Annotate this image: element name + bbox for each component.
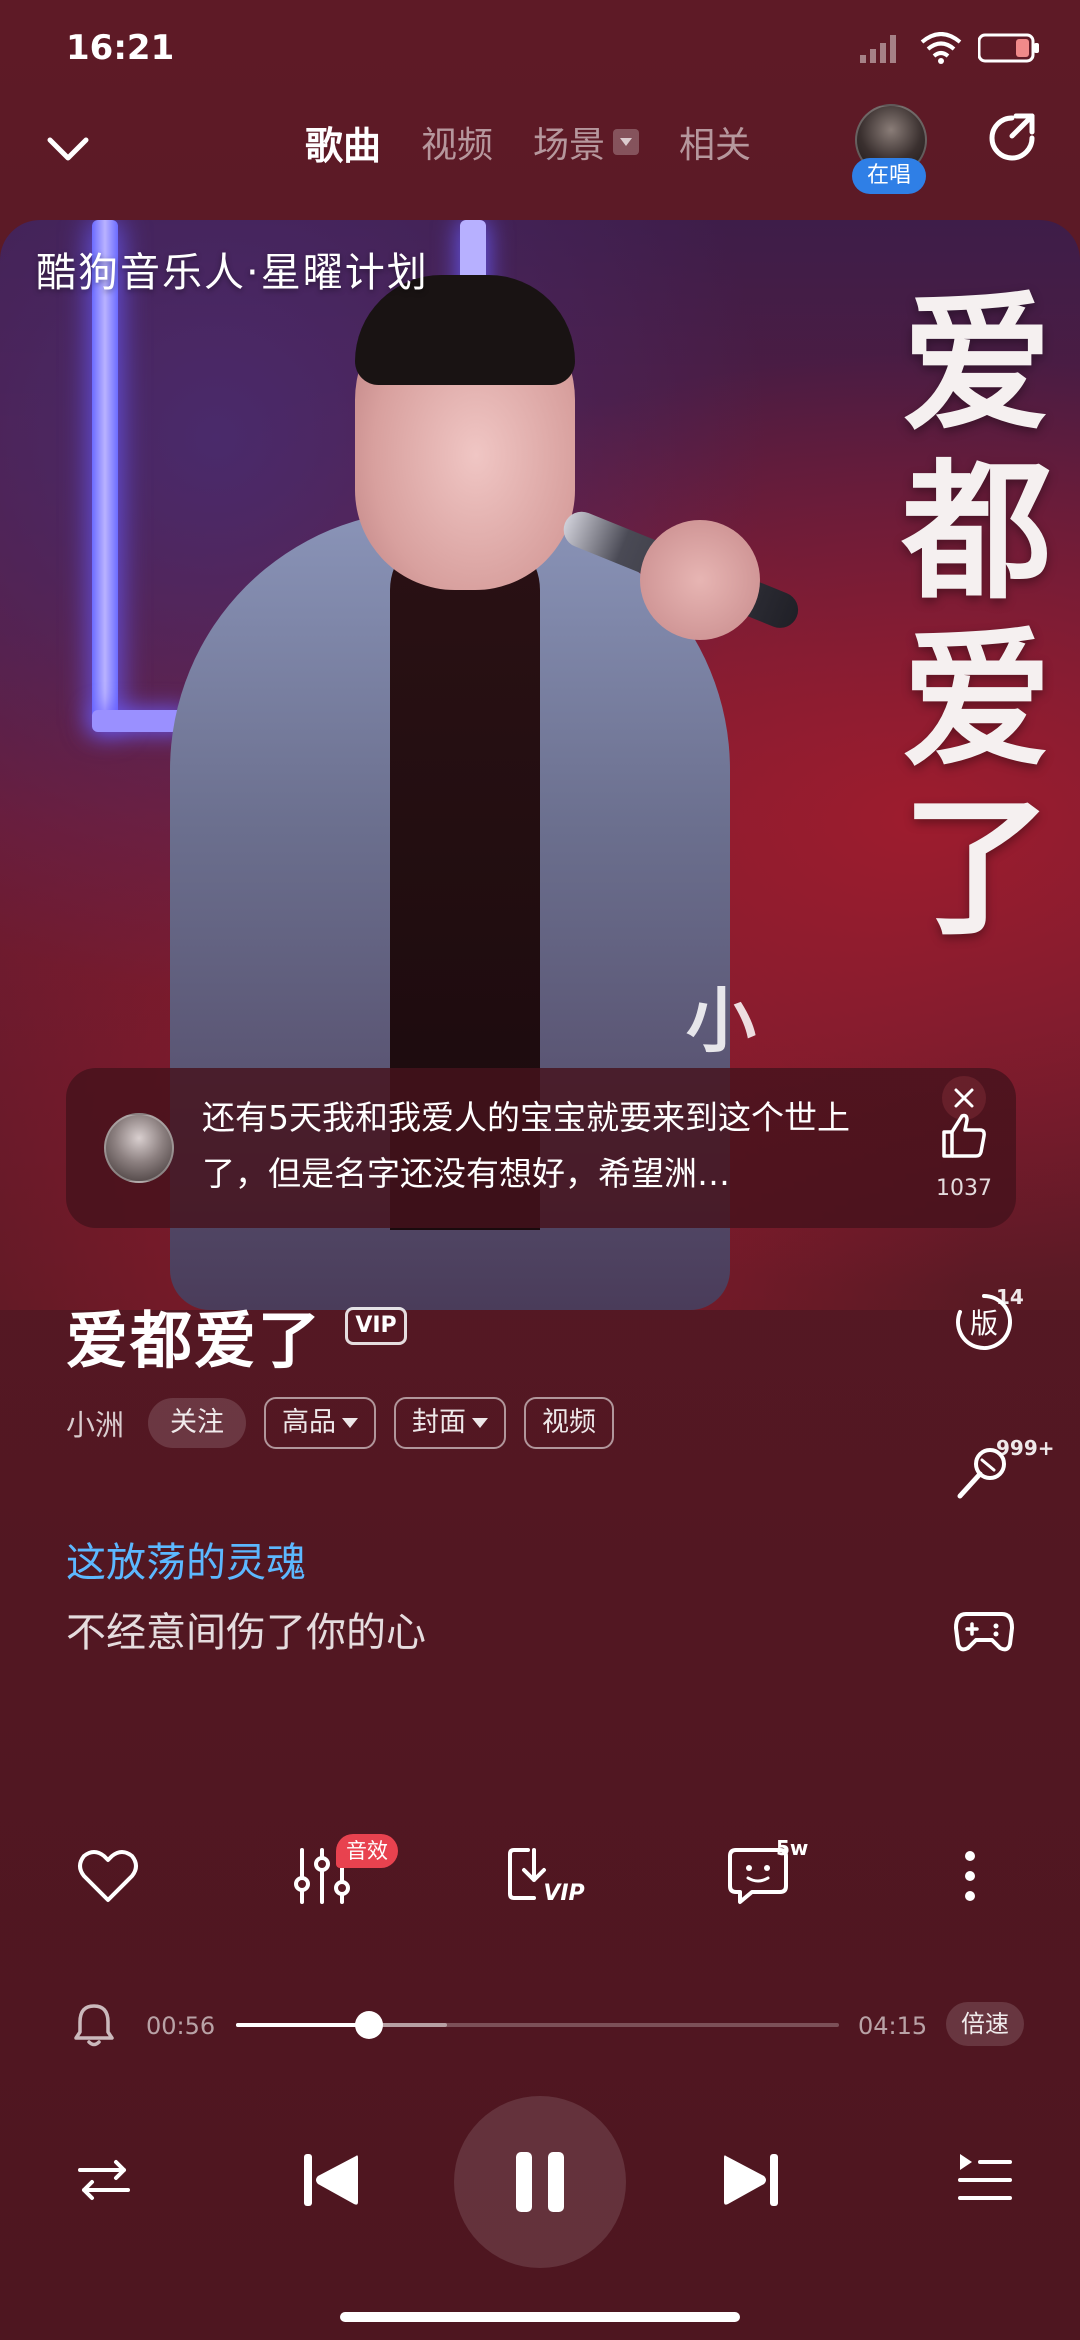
pause-icon [516, 2152, 564, 2212]
tab-song[interactable]: 歌曲 [305, 112, 381, 172]
cover-label: 封面 [412, 1407, 467, 1438]
cover-selector[interactable]: 封面 [394, 1397, 507, 1449]
status-icons [860, 28, 1040, 68]
play-pause-button[interactable] [454, 2096, 626, 2268]
more-options-icon[interactable] [934, 1840, 1006, 1912]
song-title: 爱都爱了 [66, 1304, 323, 1377]
tab-video[interactable]: 视频 [421, 112, 493, 172]
download-vip-label: VIP [543, 1881, 584, 1906]
download-vip-icon[interactable]: VIP [504, 1840, 596, 1912]
playlist-icon[interactable] [952, 2146, 1016, 2210]
singing-badge: 在唱 [852, 158, 926, 194]
comment-text: 还有5天我和我爱人的宝宝就要来到这个世上了，但是名字还没有想好，希望洲… [202, 1098, 850, 1193]
sing-count: 999+ [996, 1436, 1055, 1460]
cover-title-art: 爱都爱了 [901, 276, 1052, 956]
previous-track-icon[interactable] [294, 2144, 366, 2216]
total-time: 04:15 [858, 2012, 928, 2040]
current-time: 00:56 [146, 2012, 216, 2040]
lyric-next-line[interactable]: 不经意间伤了你的心 [66, 1600, 426, 1658]
next-track-icon[interactable] [716, 2144, 788, 2216]
cover-artist-art: 小 [686, 980, 756, 1062]
comment-count: 5w [776, 1836, 809, 1860]
artist-name[interactable]: 小洲 [66, 1402, 124, 1444]
seek-progress [236, 2023, 369, 2027]
top-nav: 歌曲 视频 场景 相关 在唱 [0, 100, 1080, 210]
sound-effect-badge: 音效 [336, 1834, 398, 1868]
commenter-avatar[interactable] [104, 1113, 174, 1183]
collapse-chevron-icon[interactable] [40, 120, 96, 176]
tab-related[interactable]: 相关 [679, 112, 751, 172]
signal-icon [860, 35, 896, 63]
home-indicator [340, 2312, 740, 2322]
comment-like-count: 1037 [936, 1176, 992, 1201]
bell-icon[interactable] [72, 2000, 116, 2048]
song-meta-row: 小洲 关注 高品 封面 视频 [66, 1395, 615, 1451]
speed-button[interactable]: 倍速 [946, 2002, 1024, 2046]
game-controller-icon[interactable] [952, 1598, 1016, 1662]
quality-label: 高品 [282, 1407, 337, 1438]
status-bar: 16:21 [0, 0, 1080, 100]
tab-scene-label: 场景 [533, 125, 606, 166]
version-count: 14 [996, 1285, 1024, 1309]
player-screen: 16:21 歌曲 视频 场景 相关 在唱 酷狗音乐人·星曜计划 爱都爱了 小 还… [0, 0, 1080, 2340]
dropdown-caret-icon [613, 129, 640, 155]
wifi-icon [920, 32, 962, 64]
tab-video-label: 视频 [421, 125, 494, 166]
status-time: 16:21 [66, 28, 175, 68]
seek-bar[interactable] [236, 2011, 839, 2039]
follow-button[interactable]: 关注 [148, 1398, 247, 1448]
tab-song-label: 歌曲 [305, 123, 382, 168]
caret-down-icon [472, 1418, 489, 1428]
nav-tabs: 歌曲 视频 场景 相关 [305, 112, 751, 172]
thumbs-up-icon[interactable] [936, 1108, 992, 1164]
tab-scene[interactable]: 场景 [533, 112, 640, 172]
progress-row: 00:56 04:15 [0, 2000, 1080, 2060]
share-icon[interactable] [986, 112, 1038, 164]
video-button[interactable]: 视频 [524, 1397, 615, 1449]
video-label: 视频 [542, 1407, 597, 1438]
cover-brand-text: 酷狗音乐人·星曜计划 [36, 250, 429, 296]
shuffle-mode-icon[interactable] [72, 2148, 136, 2212]
singer-hand [640, 520, 760, 640]
hot-comment-card[interactable]: 还有5天我和我爱人的宝宝就要来到这个世上了，但是名字还没有想好，希望洲… 103… [66, 1068, 1016, 1228]
caret-down-icon [342, 1418, 359, 1428]
transport-controls [0, 2090, 1080, 2270]
vip-badge: VIP [345, 1307, 407, 1345]
quality-selector[interactable]: 高品 [264, 1397, 377, 1449]
tab-related-label: 相关 [679, 125, 752, 166]
favorite-heart-icon[interactable] [72, 1840, 144, 1912]
lyric-current-line[interactable]: 这放荡的灵魂 [66, 1530, 306, 1588]
seek-thumb[interactable] [354, 2011, 383, 2039]
version-label: 版 [970, 1307, 998, 1340]
battery-icon [978, 33, 1039, 63]
action-row: VIP [0, 1840, 1080, 1920]
